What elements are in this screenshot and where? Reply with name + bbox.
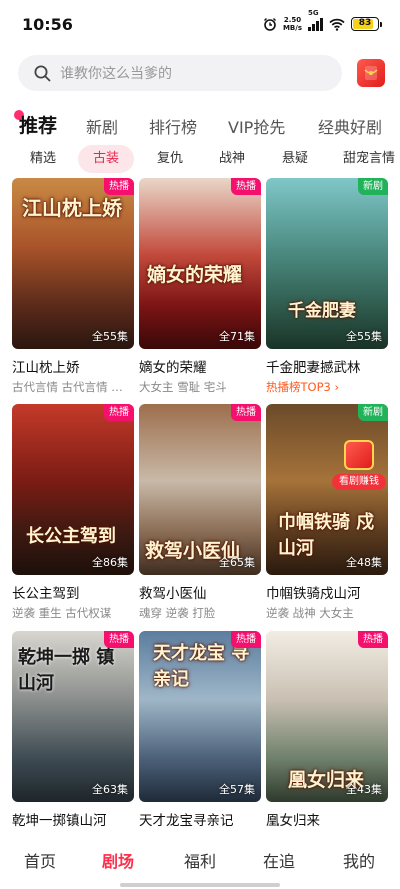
status-bar: 10:56 2.50 MB/s 5G 83	[0, 0, 400, 48]
watch-earn-label: 看剧赚钱	[332, 474, 386, 490]
drama-title: 凰女归来	[266, 813, 320, 829]
nav-following[interactable]: 在追	[263, 848, 295, 872]
episode-count: 全65集	[219, 556, 255, 569]
signal-icon: 5G	[308, 9, 323, 31]
drama-card[interactable]: 天才龙宝 寻亲记 热播 全57集 天才龙宝寻亲记	[139, 631, 261, 829]
nav-mine[interactable]: 我的	[343, 848, 375, 872]
search-icon	[34, 65, 51, 81]
drama-tags: 魂穿 逆袭 打脸	[139, 606, 216, 620]
drama-card[interactable]: 巾帼铁骑 戍山河 新剧 全48集 看剧赚钱 巾帼铁骑戍山河 逆袭 战神 大女主	[266, 404, 388, 621]
drama-tags: 逆袭 战神 大女主	[266, 606, 354, 620]
new-badge: 新剧	[358, 404, 388, 421]
tab-new-drama[interactable]: 新剧	[86, 114, 118, 138]
bottom-nav: 首页 剧场 福利 在追 我的	[0, 840, 400, 880]
status-icons: 2.50 MB/s 5G 83	[263, 9, 382, 32]
category-tabs: 推荐 新剧 排行榜 VIP抢先 经典好剧	[0, 108, 400, 144]
drama-card[interactable]: 千金肥妻 新剧 全55集 千金肥妻撼武林 热播榜TOP3 ›	[266, 178, 388, 395]
status-time: 10:56	[22, 14, 73, 34]
hot-badge: 热播	[231, 178, 261, 195]
drama-title: 救驾小医仙	[139, 586, 207, 602]
drama-title: 江山枕上娇	[12, 360, 80, 376]
drama-poster[interactable]: 嫡女的荣耀 热播 全71集	[139, 178, 261, 349]
genre-chips: 精选 古装 复仇 战神 悬疑 甜宠言情	[0, 145, 400, 173]
tab-classic[interactable]: 经典好剧	[318, 114, 382, 138]
watch-earn-widget[interactable]: 看剧赚钱	[332, 440, 386, 490]
chip-costume[interactable]: 古装	[78, 145, 134, 173]
drama-poster[interactable]: 凰女归来 热播 全43集	[266, 631, 388, 802]
episode-count: 全48集	[346, 556, 382, 569]
battery-level: 83	[358, 18, 372, 28]
search-input[interactable]: 谁教你这么当爹的	[18, 55, 342, 91]
chip-featured[interactable]: 精选	[30, 145, 56, 173]
net-speed: 2.50 MB/s	[283, 16, 302, 32]
net-speed-unit: MB/s	[282, 24, 302, 32]
net-speed-value: 2.50	[283, 16, 302, 24]
red-packet-icon	[364, 66, 378, 80]
hot-badge: 热播	[231, 631, 261, 648]
nav-home[interactable]: 首页	[24, 848, 56, 872]
wifi-icon	[329, 18, 345, 31]
poster-title: 乾坤一掷 镇山河	[18, 647, 115, 694]
drama-poster[interactable]: 江山枕上娇 热播 全55集	[12, 178, 134, 349]
hot-badge: 热播	[104, 178, 134, 195]
drama-title: 千金肥妻撼武林	[266, 360, 361, 376]
drama-poster[interactable]: 乾坤一掷 镇山河 热播 全63集	[12, 631, 134, 802]
episode-count: 全86集	[92, 556, 128, 569]
drama-title: 嫡女的荣耀	[139, 360, 207, 376]
ranking-link[interactable]: 热播榜TOP3 ›	[266, 379, 388, 395]
poster-title: 嫡女的荣耀	[147, 264, 243, 286]
episode-count: 全63集	[92, 783, 128, 796]
drama-tags: 古代言情 古代言情 …	[12, 380, 123, 394]
hot-badge: 热播	[358, 631, 388, 648]
drama-card[interactable]: 救驾小医仙 热播 全65集 救驾小医仙 魂穿 逆袭 打脸	[139, 404, 261, 621]
drama-title: 天才龙宝寻亲记	[139, 813, 234, 829]
poster-title: 长公主驾到	[26, 526, 116, 547]
drama-card[interactable]: 嫡女的荣耀 热播 全71集 嫡女的荣耀 大女主 雪耻 宅斗	[139, 178, 261, 395]
drama-poster[interactable]: 千金肥妻 新剧 全55集	[266, 178, 388, 349]
drama-poster[interactable]: 长公主驾到 热播 全86集	[12, 404, 134, 575]
drama-card[interactable]: 凰女归来 热播 全43集 凰女归来	[266, 631, 388, 829]
hot-badge: 热播	[104, 631, 134, 648]
new-badge: 新剧	[358, 178, 388, 195]
episode-count: 全55集	[346, 330, 382, 343]
drama-poster[interactable]: 天才龙宝 寻亲记 热播 全57集	[139, 631, 261, 802]
red-envelope-icon	[344, 440, 374, 470]
poster-title: 江山枕上娇	[22, 196, 122, 220]
chip-suspense[interactable]: 悬疑	[282, 145, 308, 173]
drama-card[interactable]: 江山枕上娇 热播 全55集 江山枕上娇 古代言情 古代言情 …	[12, 178, 134, 395]
nav-theater[interactable]: 剧场	[102, 848, 134, 872]
poster-title: 巾帼铁骑 戍山河	[278, 512, 375, 559]
episode-count: 全71集	[219, 330, 255, 343]
drama-title: 乾坤一掷镇山河	[12, 813, 107, 829]
drama-title: 长公主驾到	[12, 586, 80, 602]
home-indicator[interactable]	[120, 883, 280, 887]
drama-tags: 大女主 雪耻 宅斗	[139, 380, 227, 394]
drama-card[interactable]: 乾坤一掷 镇山河 热播 全63集 乾坤一掷镇山河	[12, 631, 134, 829]
drama-card[interactable]: 长公主驾到 热播 全86集 长公主驾到 逆袭 重生 古代权谋	[12, 404, 134, 621]
tab-recommend[interactable]: 推荐	[19, 111, 57, 138]
chip-romance[interactable]: 甜宠言情	[343, 145, 395, 173]
signal-label: 5G	[308, 8, 319, 17]
poster-title: 千金肥妻	[288, 301, 356, 321]
drama-tags: 逆袭 重生 古代权谋	[12, 606, 112, 620]
tab-vip-early[interactable]: VIP抢先	[228, 114, 285, 138]
red-packet-button[interactable]	[357, 59, 385, 87]
chip-revenge[interactable]: 复仇	[157, 145, 183, 173]
alarm-icon	[263, 18, 276, 31]
hot-badge: 热播	[104, 404, 134, 421]
episode-count: 全43集	[346, 783, 382, 796]
tab-ranking[interactable]: 排行榜	[149, 114, 197, 138]
nav-welfare[interactable]: 福利	[184, 848, 216, 872]
episode-count: 全55集	[92, 330, 128, 343]
battery-icon: 83	[351, 17, 382, 31]
episode-count: 全57集	[219, 783, 255, 796]
drama-title: 巾帼铁骑戍山河	[266, 586, 361, 602]
drama-poster[interactable]: 巾帼铁骑 戍山河 新剧 全48集 看剧赚钱	[266, 404, 388, 575]
hot-badge: 热播	[231, 404, 261, 421]
chip-war-god[interactable]: 战神	[219, 145, 245, 173]
drama-poster[interactable]: 救驾小医仙 热播 全65集	[139, 404, 261, 575]
search-placeholder: 谁教你这么当爹的	[60, 66, 172, 82]
